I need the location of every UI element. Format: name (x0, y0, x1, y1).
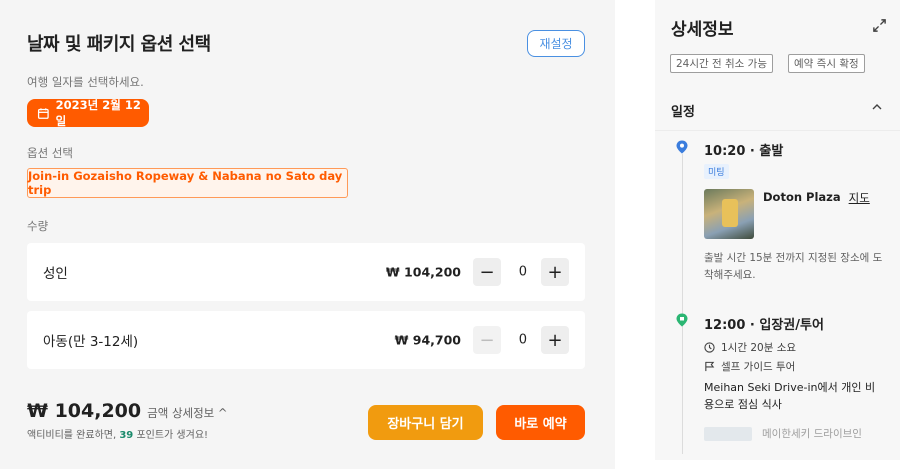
option-chip[interactable]: Join-in Gozaisho Ropeway & Nabana no Sat… (27, 168, 348, 198)
activity-description: Meihan Seki Drive-in에서 개인 비용으로 점심 식사 (704, 381, 876, 411)
place-name: Doton Plaza (763, 190, 841, 204)
timeline-line (682, 154, 683, 454)
guide-text: 셀프 가이드 투어 (721, 361, 796, 373)
reset-button[interactable]: 재설정 (527, 30, 585, 57)
quantity-row-adult: 성인 ₩ 104,200 − 0 + (27, 243, 585, 301)
total-price: ₩ 104,200 (27, 400, 142, 422)
panel-title: 날짜 및 패키지 옵션 선택 (27, 34, 211, 55)
policy-tag: 예약 즉시 확정 (788, 54, 865, 73)
ticket-price: ₩ 104,200 (385, 264, 461, 280)
book-now-button[interactable]: 바로 예약 (496, 405, 585, 440)
calendar-icon (37, 107, 49, 119)
decrease-button[interactable]: − (473, 326, 501, 354)
clock-icon (704, 342, 715, 353)
points-prefix: 액티비티를 완료하면, (27, 430, 120, 441)
meeting-badge: 미팅 (704, 164, 729, 179)
duration-text: 1시간 20분 소요 (721, 342, 797, 354)
details-panel: 상세정보 24시간 전 취소 가능 예약 즉시 확정 일정 10:20 · 출발… (655, 0, 900, 460)
divider (655, 130, 900, 131)
expand-icon[interactable] (872, 18, 887, 33)
policy-tag: 24시간 전 취소 가능 (670, 54, 773, 73)
decrease-button[interactable]: − (473, 258, 501, 286)
ticket-name: 아동(만 3-12세) (43, 334, 139, 350)
ticket-price: ₩ 94,700 (394, 332, 461, 348)
points-note: 액티비티를 완료하면, 39 포인트가 생겨요! (27, 426, 208, 441)
map-link[interactable]: 지도 (849, 190, 870, 206)
option-panel: 날짜 및 패키지 옵션 선택 재설정 여행 일자를 선택하세요. 2023년 2… (0, 0, 615, 469)
itinerary-title: 일정 (671, 105, 695, 120)
quantity-label: 수량 (27, 219, 49, 233)
chevron-up-icon[interactable] (871, 101, 883, 113)
quantity-value: 0 (518, 264, 527, 280)
location-pin-icon (676, 140, 688, 154)
preview-text: 메이한세키 드라이브인 (762, 428, 862, 440)
option-label: 옵션 선택 (27, 146, 73, 160)
place-info: Doton Plaza 지도 (763, 190, 870, 206)
preview-photo (704, 426, 752, 441)
points-suffix: 포인트가 생겨요! (133, 430, 209, 441)
stop-title: 10:20 · 출발 (704, 144, 784, 159)
stop-title: 12:00 · 입장권/투어 (704, 318, 824, 333)
total-summary: ₩ 104,200 금액 상세정보 ^ (27, 400, 228, 422)
quantity-row-child: 아동(만 3-12세) ₩ 94,700 − 0 + (27, 311, 585, 369)
add-to-cart-button[interactable]: 장바구니 담기 (368, 405, 483, 440)
date-select-button[interactable]: 2023년 2월 12일 (27, 98, 149, 128)
increase-button[interactable]: + (541, 326, 569, 354)
arrival-note: 출발 시간 15분 전까지 지정된 장소에 도착해주세요. (704, 252, 883, 281)
place-photo (704, 189, 754, 239)
price-detail-toggle[interactable]: 금액 상세정보 ^ (147, 405, 227, 421)
date-prompt: 여행 일자를 선택하세요. (27, 75, 144, 89)
duration-row: 1시간 20분 소요 (704, 340, 796, 355)
selected-date: 2023년 2월 12일 (55, 98, 141, 128)
next-item-preview: 메이한세키 드라이브인 (704, 426, 862, 441)
points-value: 39 (119, 430, 134, 441)
details-title: 상세정보 (671, 20, 734, 40)
ticket-name: 성인 (43, 266, 68, 282)
increase-button[interactable]: + (541, 258, 569, 286)
flag-icon (705, 361, 715, 372)
quantity-value: 0 (518, 332, 527, 348)
ticket-pin-icon (676, 313, 688, 327)
guide-row: 셀프 가이드 투어 (704, 359, 795, 374)
